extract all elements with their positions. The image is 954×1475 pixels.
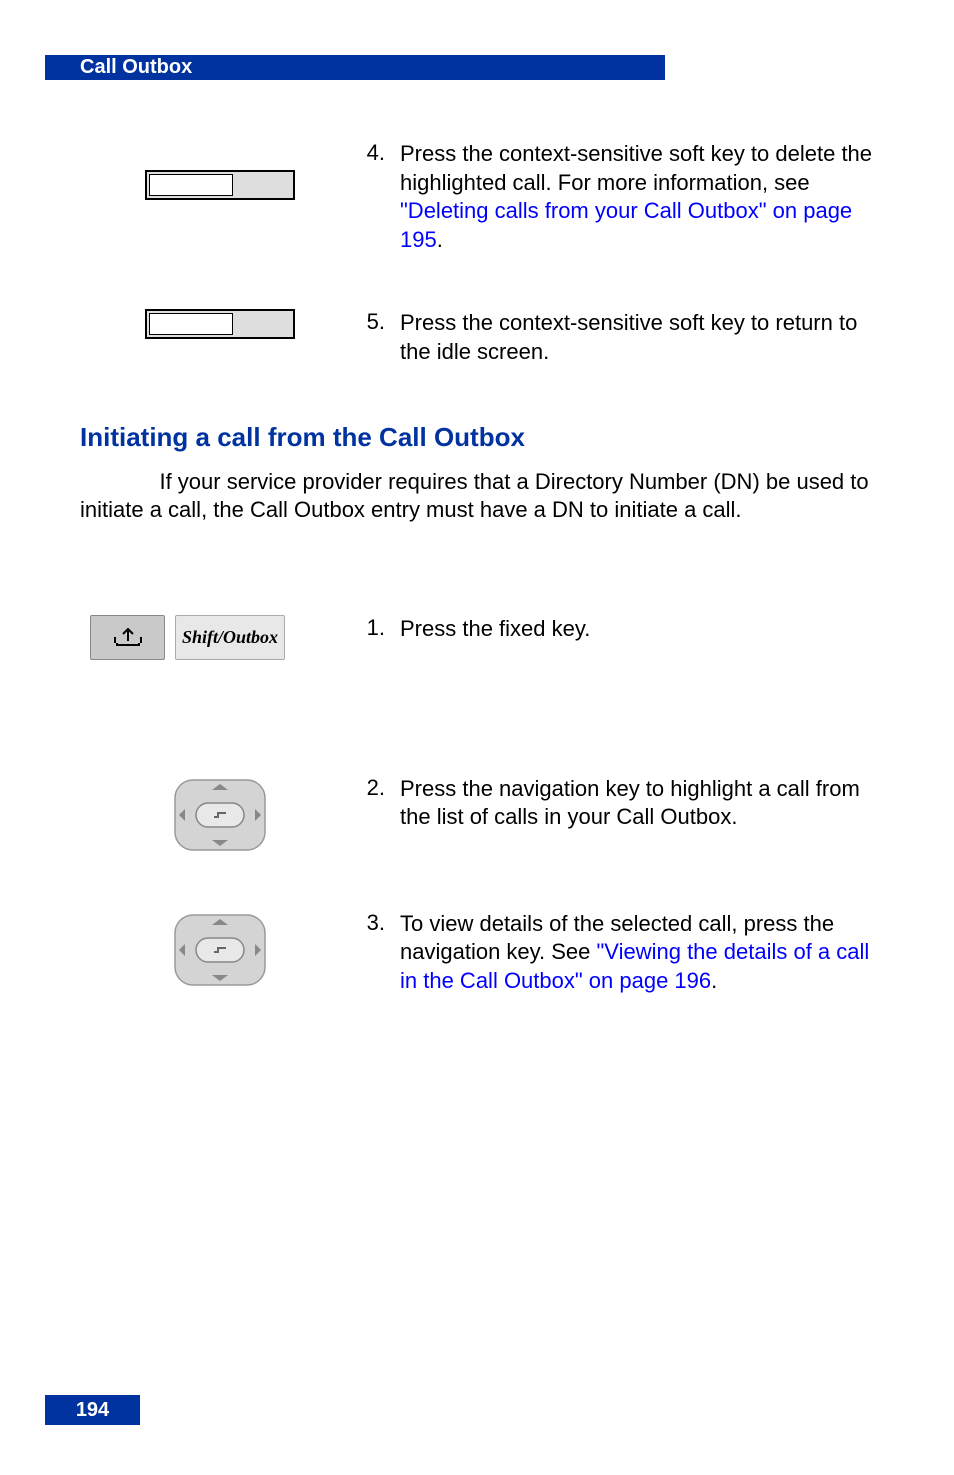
step-number: 4. xyxy=(360,140,400,166)
step-row: 3. To view details of the selected call,… xyxy=(80,910,880,996)
navpad-icon xyxy=(170,775,270,855)
icon-column: Shift/Outbox xyxy=(80,615,360,660)
softkey-icon xyxy=(145,170,295,200)
text-mid: navigation key. See xyxy=(400,939,597,964)
section-heading: Initiating a call from the Call Outbox xyxy=(80,422,880,453)
page-content: 4. Press the context-sensitive soft key … xyxy=(80,140,880,1051)
icon-column xyxy=(80,910,360,990)
icon-column xyxy=(80,309,360,339)
page-number: 194 xyxy=(45,1395,140,1425)
softkey-icon xyxy=(145,309,295,339)
shift-key-icon xyxy=(90,615,165,660)
step-row: 2. Press the navigation key to highlight… xyxy=(80,775,880,855)
text-pre: To view details of the selected call, pr… xyxy=(400,911,834,936)
note-body: If your service provider requires that a… xyxy=(80,469,869,523)
text-pre: Press the xyxy=(400,141,499,166)
note-paragraph: If your service provider requires that a… xyxy=(80,468,880,525)
icon-column xyxy=(80,140,360,200)
step-number: 2. xyxy=(360,775,400,801)
text-post: . xyxy=(437,227,443,252)
step-number: 3. xyxy=(360,910,400,936)
step-text: Press the navigation key to highlight a … xyxy=(400,775,880,832)
shift-outbox-label: Shift/Outbox xyxy=(175,615,285,660)
step-row: 5. Press the context-sensitive soft key … xyxy=(80,309,880,366)
step-text: Press the context-sensitive soft key to … xyxy=(400,309,880,366)
text-pre: Press the xyxy=(400,616,499,641)
text-mid: fixed key. xyxy=(499,616,590,641)
step-text: Press the fixed key. xyxy=(400,615,880,644)
step-row: 4. Press the context-sensitive soft key … xyxy=(80,140,880,254)
outbox-arrow-icon xyxy=(111,623,145,651)
step-text: To view details of the selected call, pr… xyxy=(400,910,880,996)
step-number: 5. xyxy=(360,309,400,335)
softkey-inner xyxy=(149,174,233,196)
icon-column xyxy=(80,775,360,855)
step-row: Shift/Outbox 1. Press the fixed key. xyxy=(80,615,880,660)
text-pre: Press the xyxy=(400,776,499,801)
text-pre: Press the xyxy=(400,310,499,335)
page-header: Call Outbox xyxy=(80,55,192,80)
step-text: Press the context-sensitive soft key to … xyxy=(400,140,880,254)
text-post: . xyxy=(711,968,717,993)
cross-ref-link[interactable]: "Deleting calls from your Call Outbox" o… xyxy=(400,198,852,252)
step-number: 1. xyxy=(360,615,400,641)
softkey-inner xyxy=(149,313,233,335)
navpad-icon xyxy=(170,910,270,990)
